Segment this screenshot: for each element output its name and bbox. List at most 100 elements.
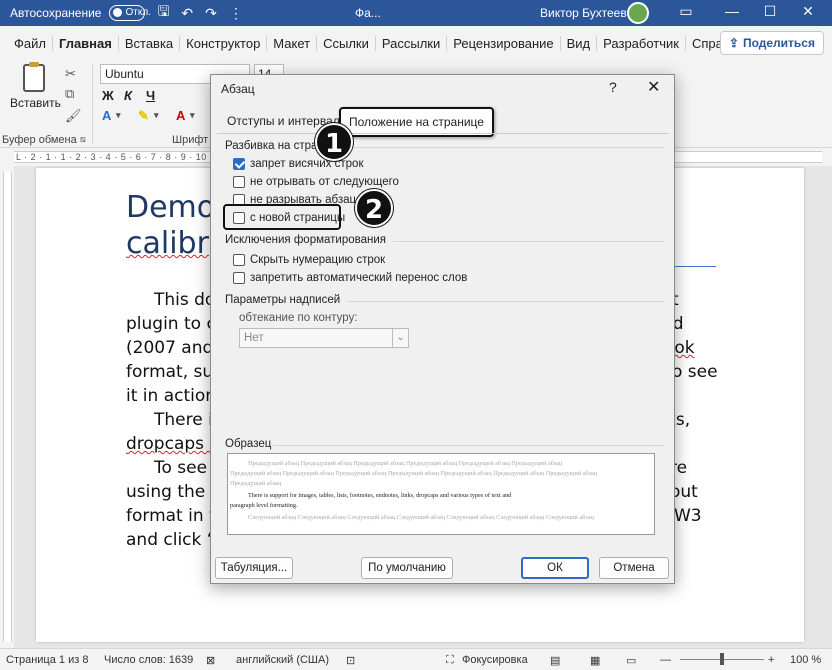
ribbon-display-icon[interactable]: ▭ bbox=[676, 3, 696, 20]
preview-previous: Предыдущий абзац Предыдущий абзац Предыд… bbox=[248, 460, 563, 467]
autosave-label: Автосохранение bbox=[10, 6, 102, 20]
minimize-icon[interactable]: — bbox=[722, 3, 742, 19]
tab-2[interactable]: Вставка bbox=[119, 35, 181, 51]
focus-label[interactable]: Фокусировка bbox=[462, 654, 528, 666]
suppress-line-numbers-option[interactable]: Скрыть нумерацию строк bbox=[233, 254, 385, 266]
maximize-icon[interactable]: ☐ bbox=[760, 3, 780, 20]
paragraph-preview: Предыдущий абзац Предыдущий абзац Предыд… bbox=[227, 453, 655, 535]
tab-8[interactable]: Вид bbox=[561, 35, 598, 51]
zoom-in-icon[interactable]: + bbox=[768, 654, 774, 666]
section-divider bbox=[347, 147, 665, 148]
widow-control-option[interactable]: запрет висячих строк bbox=[233, 158, 363, 170]
bold-button[interactable]: Ж bbox=[102, 88, 114, 103]
tight-wrap-label: обтекание по контуру: bbox=[239, 312, 358, 324]
copy-icon[interactable]: ⧉ bbox=[65, 86, 74, 102]
tab-9[interactable]: Разработчик bbox=[597, 35, 686, 51]
language-status[interactable]: английский (США) bbox=[236, 654, 329, 666]
highlight-icon[interactable]: ✎ bbox=[138, 108, 149, 124]
clipboard-icon bbox=[23, 62, 45, 92]
status-bar: Страница 1 из 8 Число слов: 1639 ⊠ англи… bbox=[0, 648, 832, 670]
word-count[interactable]: Число слов: 1639 bbox=[104, 654, 193, 666]
share-icon: ⇪ bbox=[728, 36, 739, 50]
chevron-down-icon[interactable]: ▾ bbox=[116, 110, 121, 121]
section-divider bbox=[273, 445, 665, 446]
body-line: plugin to c bbox=[126, 314, 216, 334]
close-window-icon[interactable]: ✕ bbox=[798, 3, 818, 20]
font-group-label: Шрифт bbox=[172, 134, 209, 146]
tab-4[interactable]: Макет bbox=[267, 35, 318, 51]
tab-3[interactable]: Конструктор bbox=[180, 35, 268, 51]
autosave-toggle-state: Откл. bbox=[125, 7, 151, 18]
option-label: запретить автоматический перенос слов bbox=[250, 272, 468, 284]
italic-button[interactable]: К bbox=[124, 88, 132, 103]
font-color-icon[interactable]: A bbox=[176, 108, 185, 123]
page-count[interactable]: Страница 1 из 8 bbox=[6, 654, 88, 666]
body-line: (2007 and bbox=[126, 338, 214, 358]
keep-with-next-option[interactable]: не отрывать от следующего bbox=[233, 176, 399, 188]
heading-line: calibr bbox=[126, 226, 209, 261]
help-button[interactable]: ? bbox=[609, 79, 617, 95]
tight-wrap-select: Нет ⌄ bbox=[239, 328, 409, 348]
chevron-down-icon[interactable]: ▾ bbox=[154, 110, 159, 121]
read-mode-icon[interactable]: ▤ bbox=[550, 654, 560, 667]
customize-qat-icon[interactable]: ⋮ bbox=[229, 5, 243, 22]
tab-6[interactable]: Рассылки bbox=[376, 35, 448, 51]
set-default-button[interactable]: По умолчанию bbox=[361, 557, 453, 579]
zoom-out-icon[interactable]: — bbox=[660, 654, 671, 666]
checkbox[interactable] bbox=[233, 254, 245, 266]
redo-icon[interactable]: ↷ bbox=[205, 5, 217, 22]
section-divider bbox=[393, 241, 665, 242]
proofing-icon[interactable]: ⊠ bbox=[206, 654, 215, 667]
zoom-slider-thumb[interactable] bbox=[720, 653, 724, 665]
section-divider bbox=[347, 301, 665, 302]
step-badge: 2 bbox=[355, 189, 393, 227]
ribbon-divider bbox=[92, 64, 93, 144]
chevron-down-icon[interactable]: ▾ bbox=[190, 110, 195, 121]
web-layout-icon[interactable]: ▭ bbox=[626, 654, 636, 667]
paragraph-dialog: Абзац ? ✕ Отступы и интервалы Положение … bbox=[210, 74, 675, 584]
cut-icon[interactable]: ✂ bbox=[65, 66, 76, 82]
tab-1[interactable]: Главная bbox=[53, 35, 119, 51]
heading-line: Demo bbox=[126, 190, 216, 225]
underline-button[interactable]: Ч bbox=[146, 88, 155, 103]
section-preview: Образец bbox=[225, 438, 272, 450]
option-label: не отрывать от следующего bbox=[250, 176, 399, 188]
tabs-button[interactable]: Табуляция... bbox=[215, 557, 293, 579]
section-exceptions: Исключения форматирования bbox=[225, 234, 387, 246]
cancel-button[interactable]: Отмена bbox=[599, 557, 669, 579]
avatar[interactable] bbox=[627, 2, 649, 24]
vertical-ruler-track[interactable] bbox=[3, 172, 12, 642]
print-layout-icon[interactable]: ▦ bbox=[590, 654, 600, 667]
focus-icon[interactable]: ⛶ bbox=[446, 654, 454, 667]
chevron-down-icon: ⌄ bbox=[392, 329, 408, 347]
autosave-toggle[interactable]: Откл. bbox=[109, 5, 151, 21]
checkbox-checked[interactable] bbox=[233, 158, 245, 170]
accessibility-icon[interactable]: ⊡ bbox=[346, 654, 355, 667]
share-button[interactable]: ⇪ Поделиться bbox=[719, 31, 824, 55]
text-effects-icon[interactable]: A bbox=[102, 108, 111, 123]
vertical-ruler bbox=[0, 166, 14, 648]
no-hyphenation-option[interactable]: запретить автоматический перенос слов bbox=[233, 272, 467, 284]
option-label: запрет висячих строк bbox=[250, 158, 364, 170]
tab-7[interactable]: Рецензирование bbox=[447, 35, 561, 51]
ribbon-tabs: Файл Главная Вставка Конструктор Макет Ссылки… bbox=[0, 26, 832, 60]
tab-5[interactable]: Ссылки bbox=[317, 35, 376, 51]
body-line: This do bbox=[154, 290, 216, 310]
paste-button[interactable]: Вставить bbox=[10, 62, 61, 110]
ok-button[interactable]: ОК bbox=[521, 557, 589, 579]
title-bar: Автосохранение Откл. 🖫 ↶ ↷ ⋮ Фа... Викто… bbox=[0, 0, 832, 26]
paste-label: Вставить bbox=[10, 96, 61, 110]
tight-wrap-value: Нет bbox=[244, 332, 264, 344]
format-painter-icon[interactable]: 🖌 bbox=[65, 108, 82, 124]
user-name[interactable]: Виктор Бухтеев bbox=[540, 6, 627, 20]
checkbox[interactable] bbox=[233, 176, 245, 188]
clipboard-launcher-icon[interactable]: ⧅ bbox=[80, 134, 86, 145]
undo-icon[interactable]: ↶ bbox=[181, 5, 193, 22]
close-icon[interactable]: ✕ bbox=[647, 77, 660, 97]
save-icon[interactable]: 🖫 bbox=[157, 1, 169, 25]
preview-previous: Предыдущий абзац Предыдущий абзац Предыд… bbox=[230, 470, 598, 477]
zoom-level[interactable]: 100 % bbox=[790, 654, 821, 666]
preview-current: There is support for images, tables, lis… bbox=[248, 492, 512, 499]
checkbox[interactable] bbox=[233, 272, 245, 284]
tab-0[interactable]: Файл bbox=[8, 35, 53, 51]
